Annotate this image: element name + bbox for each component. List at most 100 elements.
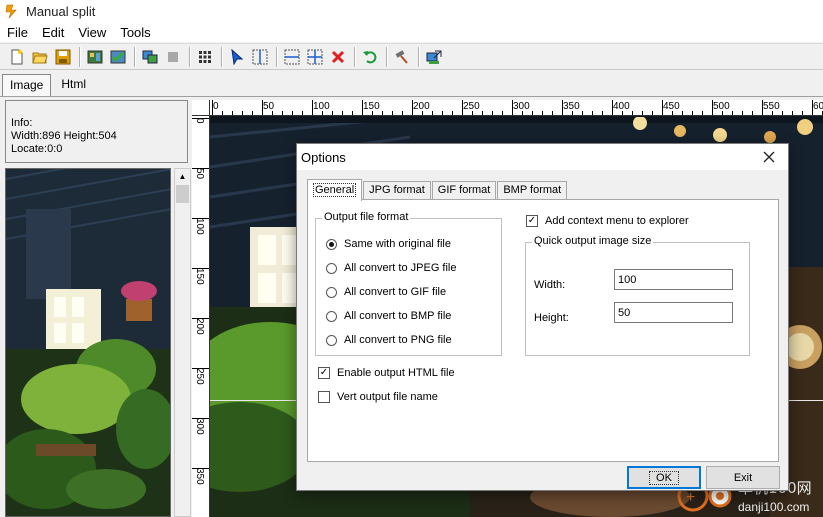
- scroll-up-icon[interactable]: ▲: [175, 169, 190, 184]
- radio-button[interactable]: [326, 334, 337, 346]
- height-field[interactable]: [614, 302, 733, 323]
- ruler-tick: [192, 168, 209, 169]
- thumbnail-preview[interactable]: [5, 168, 171, 517]
- ruler-tick: [562, 100, 563, 115]
- grid-icon[interactable]: [194, 46, 216, 68]
- save-icon[interactable]: [52, 46, 74, 68]
- checkbox[interactable]: [318, 391, 330, 403]
- info-box: Info: Width:896 Height:504 Locate:0:0: [5, 100, 188, 163]
- width-label: Width:: [534, 279, 566, 291]
- scrollbar-thumb[interactable]: [176, 185, 189, 203]
- tab-html[interactable]: Html: [53, 73, 94, 96]
- menu-bar: File Edit View Tools: [0, 22, 823, 42]
- ruler-label: 300: [194, 418, 205, 435]
- ruler-tick: [192, 218, 209, 219]
- export-icon[interactable]: [423, 46, 445, 68]
- tab-image[interactable]: Image: [2, 74, 52, 96]
- horizontal-line-icon[interactable]: [281, 46, 303, 68]
- radio-convert-bmp[interactable]: All convert to BMP file: [326, 310, 451, 322]
- ruler-minor-tick: [782, 111, 783, 115]
- toolbar-separator: [221, 46, 222, 67]
- quick-size-group: Quick output image size Width: Height:: [525, 235, 750, 356]
- stop-icon[interactable]: [162, 46, 184, 68]
- close-icon[interactable]: [760, 148, 778, 166]
- cross-line-icon[interactable]: [304, 46, 326, 68]
- radio-convert-jpeg[interactable]: All convert to JPEG file: [326, 262, 457, 274]
- radio-button[interactable]: [326, 262, 337, 274]
- split-image-icon[interactable]: [84, 46, 106, 68]
- menu-view[interactable]: View: [71, 25, 113, 40]
- radio-convert-png[interactable]: All convert to PNG file: [326, 334, 452, 346]
- ruler-minor-tick: [382, 111, 383, 115]
- ruler-tick: [212, 100, 213, 115]
- ruler-minor-tick: [802, 111, 803, 115]
- copy-icon[interactable]: [139, 46, 161, 68]
- open-icon[interactable]: [29, 46, 51, 68]
- radio-button[interactable]: [326, 286, 337, 298]
- output-format-legend: Output file format: [322, 211, 411, 223]
- ok-button[interactable]: OK: [627, 466, 701, 489]
- menu-edit[interactable]: Edit: [35, 25, 71, 40]
- ruler-minor-tick: [342, 111, 343, 115]
- ruler-minor-tick: [732, 111, 733, 115]
- ruler-minor-tick: [552, 111, 553, 115]
- radio-button[interactable]: [326, 310, 337, 322]
- ruler-label: 150: [194, 268, 205, 285]
- ruler-minor-tick: [492, 111, 493, 115]
- checkbox[interactable]: ✓: [526, 215, 538, 227]
- undo-icon[interactable]: [359, 46, 381, 68]
- options-dialog: Options General JPG format GIF format BM…: [296, 143, 789, 491]
- ruler-minor-tick: [392, 111, 393, 115]
- toolbar-separator: [189, 46, 190, 67]
- left-panel: Info: Width:896 Height:504 Locate:0:0 ▲: [5, 100, 191, 517]
- pointer-icon[interactable]: [226, 46, 248, 68]
- ruler-tick: [192, 268, 209, 269]
- radio-button[interactable]: [326, 238, 337, 250]
- svg-text:+: +: [686, 489, 695, 506]
- delete-icon[interactable]: [327, 46, 349, 68]
- radio-same-original[interactable]: Same with original file: [326, 238, 451, 250]
- tab-gif-format[interactable]: GIF format: [431, 181, 497, 200]
- ruler-minor-tick: [432, 111, 433, 115]
- thumbnail-scrollbar[interactable]: ▲: [174, 168, 191, 517]
- ruler-label: 200: [194, 318, 205, 335]
- dialog-title: Options: [301, 149, 346, 165]
- toolbar-separator: [79, 46, 80, 67]
- toolbar: [0, 43, 823, 70]
- ruler-minor-tick: [672, 111, 673, 115]
- width-field[interactable]: [614, 269, 733, 290]
- vertical-line-icon[interactable]: [249, 46, 271, 68]
- hammer-icon[interactable]: [391, 46, 413, 68]
- quick-size-legend: Quick output image size: [532, 235, 654, 247]
- exit-button[interactable]: Exit: [706, 466, 780, 489]
- output-format-group: Output file format Same with original fi…: [315, 211, 502, 356]
- tab-jpg-format[interactable]: JPG format: [363, 181, 431, 200]
- toolbar-separator: [134, 46, 135, 67]
- check-icon[interactable]: [107, 46, 129, 68]
- ruler-tick: [462, 100, 463, 115]
- vert-name-checkbox[interactable]: Vert output file name: [318, 391, 438, 403]
- ruler-minor-tick: [582, 111, 583, 115]
- dialog-title-bar: Options: [297, 144, 788, 170]
- context-menu-checkbox[interactable]: ✓ Add context menu to explorer: [526, 215, 689, 227]
- ruler-tick: [362, 100, 363, 115]
- ruler-minor-tick: [322, 111, 323, 115]
- ruler-minor-tick: [332, 111, 333, 115]
- ruler-minor-tick: [372, 111, 373, 115]
- ruler-minor-tick: [452, 111, 453, 115]
- ruler-minor-tick: [642, 111, 643, 115]
- checkbox[interactable]: ✓: [318, 367, 330, 379]
- menu-tools[interactable]: Tools: [113, 25, 157, 40]
- new-icon[interactable]: [6, 46, 28, 68]
- ruler-minor-tick: [472, 111, 473, 115]
- toolbar-separator: [276, 46, 277, 67]
- menu-file[interactable]: File: [0, 25, 35, 40]
- tab-general[interactable]: General: [307, 179, 363, 201]
- radio-convert-gif[interactable]: All convert to GIF file: [326, 286, 446, 298]
- ruler-minor-tick: [442, 111, 443, 115]
- title-bar: Manual split: [0, 0, 823, 22]
- enable-html-checkbox[interactable]: ✓ Enable output HTML file: [318, 367, 455, 379]
- ruler-label: 350: [194, 468, 205, 485]
- ruler-tick: [312, 100, 313, 115]
- tab-bmp-format[interactable]: BMP format: [497, 181, 568, 200]
